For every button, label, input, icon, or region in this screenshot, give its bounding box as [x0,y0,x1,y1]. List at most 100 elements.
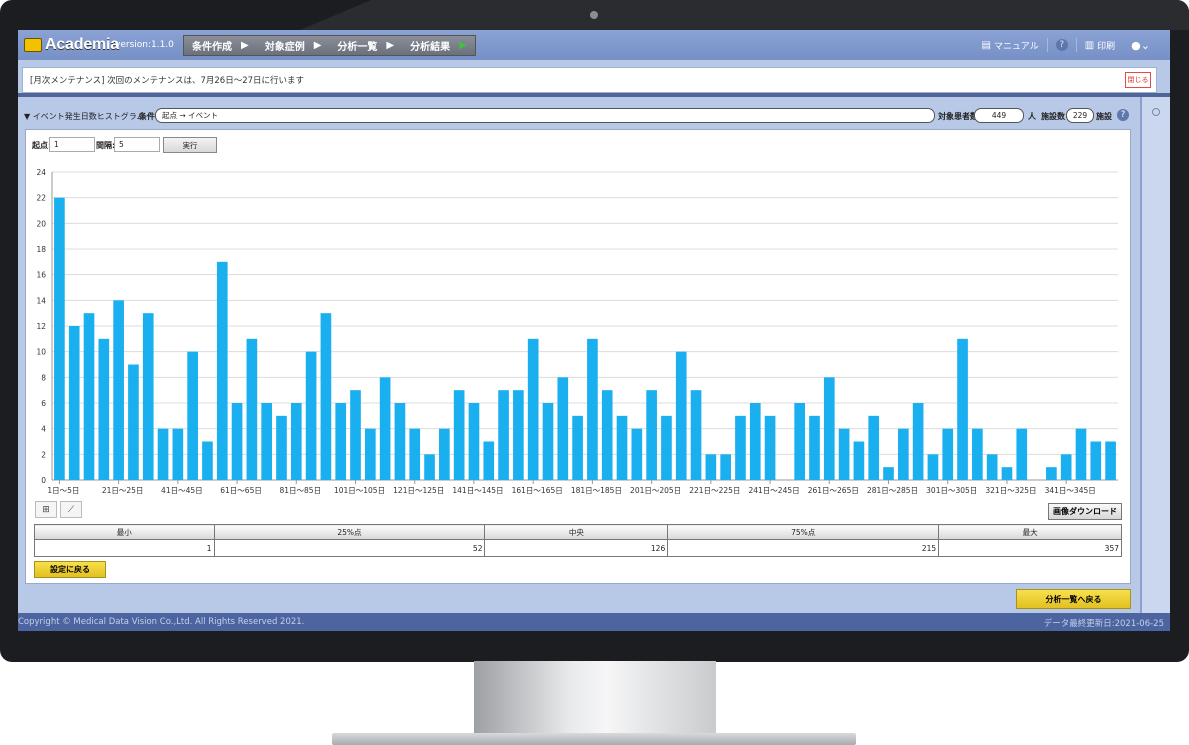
histogram-bar [720,454,731,480]
x-tick-label: 161日～165日 [512,486,563,495]
step-label: 分析一覧 [337,42,378,53]
histogram-bar [942,428,954,480]
start-input[interactable]: 1 [49,137,95,152]
step-label: 対象症例 [264,42,305,53]
x-tick-label: 281日～285日 [867,486,918,495]
histogram-bar [661,415,672,480]
histogram-bar [1075,428,1087,480]
back-to-settings-button[interactable]: 設定に戻る [34,561,106,578]
user-icon[interactable]: ●⌄ [1131,39,1150,52]
grid-icon[interactable]: ⊞ [35,501,57,518]
histogram-bar [601,390,613,480]
play-arrow-icon: ▶ [313,40,322,51]
histogram-bar [897,428,909,480]
notice-text: [月次メンテナンス] 次回のメンテナンスは、7月26日～27日に行います [30,76,305,86]
manual-link[interactable]: マニュアル [994,39,1039,52]
top-right-tools: ▤ マニュアル ? ▥ 印刷 ●⌄ [982,38,1150,52]
histogram-bar [1016,428,1028,480]
right-rail [1140,97,1170,617]
histogram-bar [350,390,361,480]
y-tick-label: 8 [41,373,46,382]
x-tick-label: 81日～85日 [279,486,321,495]
download-image-button[interactable]: 画像ダウンロード [1048,503,1122,520]
histogram-bar [705,454,717,480]
section-title[interactable]: ▼ イベント発生日数ヒストグラム [24,111,144,122]
histogram-bar [957,338,968,480]
camera-icon [590,11,598,19]
x-tick-label: 181日～185日 [571,486,622,495]
histogram-bar [616,415,628,480]
histogram-bar [305,351,317,480]
value-max: 357 [938,539,1122,557]
x-tick-label: 241日～245日 [748,486,799,495]
help-icon[interactable]: ? [1117,109,1129,121]
run-button[interactable]: 実行 [163,137,217,153]
line-chart-icon[interactable]: ⟋ [60,501,82,518]
monitor-bezel-highlight [300,0,1189,30]
app-name: Academia [45,36,119,53]
step-analysis-result[interactable]: 分析結果 ▶ [402,36,475,55]
histogram-bar [98,338,110,480]
x-tick-label: 301日～305日 [926,486,977,495]
x-tick-label: 21日～25日 [102,486,144,495]
printer-icon: ▥ [1084,39,1095,51]
histogram-bar [128,364,139,480]
step-condition[interactable]: 条件作成 ▶ [184,36,257,55]
back-to-list-button[interactable]: 分析一覧へ戻る [1016,589,1131,609]
histogram-panel: 起点: 1 間隔: 5 実行 0 2 4 6 8 10 12 14 16 18 20 22 24 1日～5… [25,129,1131,584]
histogram-bar [986,454,998,480]
histogram-bar [113,300,124,480]
facilities-count: 229 [1066,108,1094,123]
book-icon: ▤ [981,39,991,51]
y-tick-label: 24 [36,168,46,177]
section-divider [18,93,1170,97]
help-icon[interactable]: ? [1055,39,1068,51]
step-target-cases[interactable]: 対象症例 ▶ [256,36,330,55]
settings-dot-icon[interactable] [1152,108,1160,116]
print-link[interactable]: 印刷 [1097,39,1115,52]
histogram-bar [468,403,480,480]
histogram-bar [690,390,702,480]
y-tick-label: 16 [36,271,46,280]
play-arrow-icon: ▶ [241,40,249,51]
interval-input[interactable]: 5 [114,137,160,152]
y-tick-label: 22 [36,194,46,203]
summary-stats-table: 最小 25%点 中央 75%点 最大 1 52 126 215 357 [34,524,1122,557]
histogram-bar [749,403,761,480]
histogram-bar [68,326,80,480]
histogram-bar [335,403,347,480]
y-tick-label: 14 [36,296,46,305]
y-tick-label: 2 [41,450,46,459]
condition-label: 条件 [139,112,155,121]
x-tick-label: 121日～125日 [393,486,444,495]
value-median: 126 [484,539,669,557]
histogram-bar [912,403,924,480]
step-analysis-list[interactable]: 分析一覧 ▶ [329,36,403,55]
histogram-bar [1105,441,1116,480]
patients-count: 449 [974,108,1024,123]
graduation-cap-icon [24,38,42,52]
x-tick-label: 221日～225日 [689,486,740,495]
step-label: 分析結果 [410,42,451,53]
header-min: 最小 [34,524,215,540]
last-updated-text: データ最終更新日:2021-06-25 [1043,619,1164,629]
histogram-bar [927,454,939,480]
y-tick-label: 6 [41,399,46,408]
histogram-bar [202,441,213,480]
app-logo[interactable]: Academia [24,35,119,55]
histogram-bar [838,428,850,480]
histogram-bar [276,415,287,480]
histogram-bar [527,338,539,480]
histogram-bar [1046,467,1057,480]
histogram-bar [587,338,598,480]
close-button[interactable]: 閉じる [1125,72,1151,88]
y-tick-label: 0 [41,476,46,485]
histogram-bar [1001,467,1013,480]
histogram-bar [379,377,391,480]
histogram-bar [172,428,184,480]
y-tick-label: 20 [36,219,46,228]
x-tick-label: 1日～5日 [47,486,79,495]
divider [1075,38,1077,52]
condition-field: 起点 → イベント [155,108,935,123]
histogram-bar [83,313,95,480]
